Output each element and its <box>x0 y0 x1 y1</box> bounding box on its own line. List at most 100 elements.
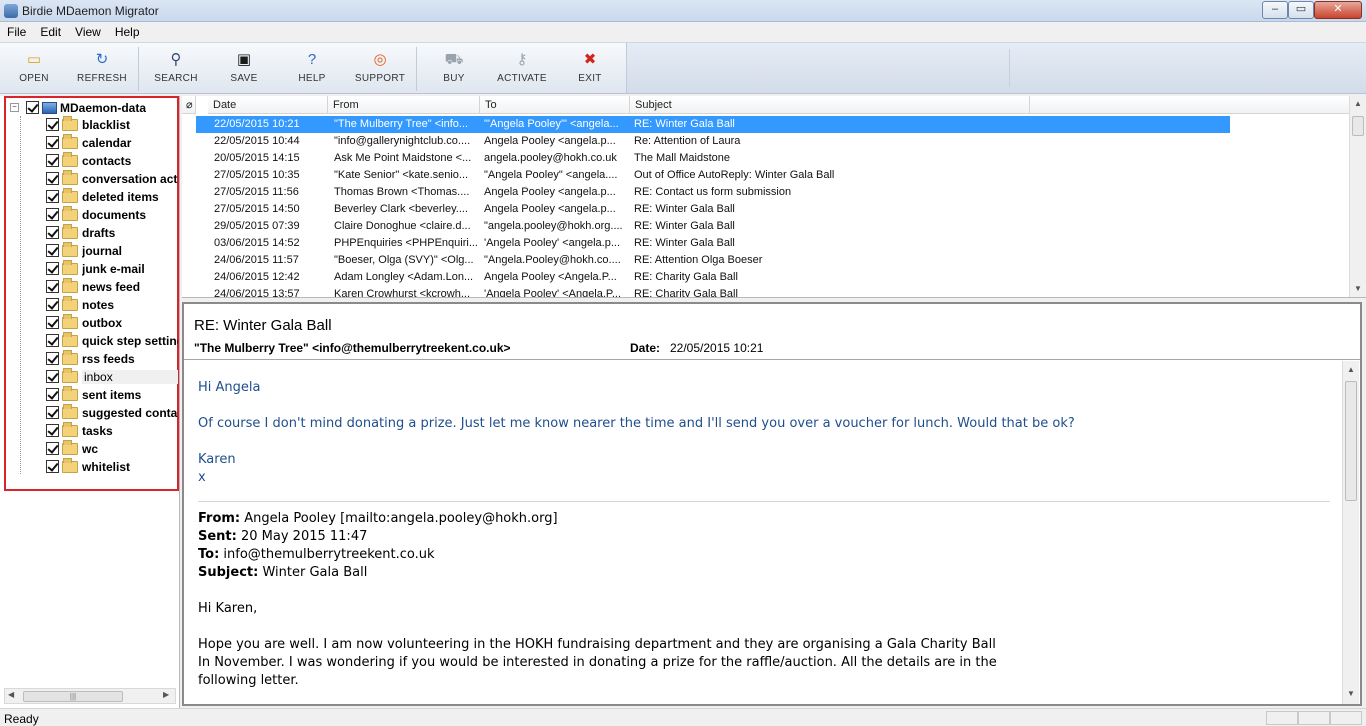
column-from[interactable]: From <box>328 96 480 114</box>
tree-item-documents[interactable]: documents <box>42 206 178 224</box>
collapse-icon[interactable]: − <box>10 103 19 112</box>
folder-checkbox[interactable] <box>46 172 59 185</box>
tree-item-blacklist[interactable]: blacklist <box>42 116 178 134</box>
tree-item-rss-feeds[interactable]: rss feeds <box>42 350 178 368</box>
folder-checkbox[interactable] <box>46 424 59 437</box>
table-row[interactable]: 22/05/2015 10:21 "The Mulberry Tree" <inf… <box>196 116 1230 133</box>
tree-item-outbox[interactable]: outbox <box>42 314 178 332</box>
folder-checkbox[interactable] <box>46 118 59 131</box>
tree-item-label: rss feeds <box>82 352 135 366</box>
body-signature: Karen <box>198 452 236 467</box>
status-pane <box>1298 711 1330 725</box>
quoted-sent: Sent: 20 May 2015 11:47 <box>198 529 368 544</box>
body-signature-x: x <box>198 470 206 485</box>
search-button[interactable]: ⚲ SEARCH <box>144 47 208 91</box>
cell-to: Angela Pooley <angela.p... <box>484 186 616 198</box>
minimize-button[interactable]: – <box>1262 1 1288 19</box>
tree-item-label: journal <box>82 244 123 258</box>
tree-item-deleted-items[interactable]: deleted items <box>42 188 178 206</box>
folder-icon <box>62 278 78 293</box>
folder-checkbox[interactable] <box>46 262 59 275</box>
buy-button[interactable]: ⛟ BUY <box>422 47 486 91</box>
maximize-button[interactable]: ▭ <box>1288 1 1314 19</box>
table-row[interactable]: 22/05/2015 10:44 "info@gallerynightclub.c… <box>196 133 1230 150</box>
folder-checkbox[interactable] <box>46 280 59 293</box>
column-date[interactable]: Date <box>208 96 328 114</box>
tree-item-label: sent items <box>82 388 142 402</box>
tree-item-wc[interactable]: wc <box>42 440 178 458</box>
save-button[interactable]: ▣ SAVE <box>212 47 276 91</box>
table-row[interactable]: 20/05/2015 14:15 Ask Me Point Maidstone <… <box>196 150 1230 167</box>
support-button[interactable]: ◎ SUPPORT <box>348 47 412 91</box>
folder-checkbox[interactable] <box>46 334 59 347</box>
exit-button[interactable]: ✖ EXIT <box>558 47 622 91</box>
reading-pane-scrollbar[interactable]: ▲ ▼ <box>1342 361 1359 704</box>
cell-from: PHPEnquiries <PHPEnquiri... <box>334 237 478 249</box>
scroll-thumb[interactable] <box>1345 381 1357 501</box>
tree-item-journal[interactable]: journal <box>42 242 178 260</box>
folder-checkbox[interactable] <box>46 370 59 383</box>
tree-item-drafts[interactable]: drafts <box>42 224 178 242</box>
open-button[interactable]: ▭ OPEN <box>2 47 66 91</box>
tree-item-label: inbox <box>82 370 178 384</box>
tree-item-junk-e-mail[interactable]: junk e-mail <box>42 260 178 278</box>
search-icon: ⚲ <box>170 51 182 68</box>
tree-item-suggested-contac[interactable]: suggested contac <box>42 404 178 422</box>
activate-button[interactable]: ⚷ ACTIVATE <box>490 47 554 91</box>
tree-item-label: quick step setting <box>82 334 178 348</box>
tree-item-tasks[interactable]: tasks <box>42 422 178 440</box>
folder-checkbox[interactable] <box>46 244 59 257</box>
scroll-thumb[interactable]: ||| <box>23 691 123 702</box>
tree-item-conversation-acti[interactable]: conversation acti <box>42 170 178 188</box>
tree-item-notes[interactable]: notes <box>42 296 178 314</box>
folder-checkbox[interactable] <box>46 388 59 401</box>
tree-item-contacts[interactable]: contacts <box>42 152 178 170</box>
table-row[interactable]: 27/05/2015 10:35 "Kate Senior" <kate.seni… <box>196 167 1230 184</box>
menu-view[interactable]: View <box>68 22 108 39</box>
folder-checkbox[interactable] <box>46 208 59 221</box>
tree-root[interactable]: − MDaemon-data <box>8 100 178 116</box>
root-checkbox[interactable] <box>26 101 39 114</box>
folder-checkbox[interactable] <box>46 226 59 239</box>
folder-checkbox[interactable] <box>46 190 59 203</box>
attachment-column-header[interactable]: ⌀ <box>182 96 196 114</box>
table-row[interactable]: 27/05/2015 11:56 Thomas Brown <Thomas....… <box>196 184 1230 201</box>
table-row[interactable]: 27/05/2015 14:50 Beverley Clark <beverley… <box>196 201 1230 218</box>
scroll-thumb[interactable] <box>1352 116 1364 136</box>
folder-checkbox[interactable] <box>46 136 59 149</box>
tree-horizontal-scrollbar[interactable]: ◀ ||| ▶ <box>4 688 176 704</box>
column-subject[interactable]: Subject <box>630 96 1030 114</box>
folder-checkbox[interactable] <box>46 460 59 473</box>
table-row[interactable]: 24/06/2015 13:57 Karen Crowhurst <kcrowh.… <box>196 286 1230 298</box>
help-button[interactable]: ? HELP <box>280 47 344 91</box>
folder-checkbox[interactable] <box>46 154 59 167</box>
tree-item-inbox[interactable]: inbox <box>42 368 178 386</box>
table-row[interactable]: 29/05/2015 07:39 Claire Donoghue <claire.… <box>196 218 1230 235</box>
tree-item-sent-items[interactable]: sent items <box>42 386 178 404</box>
key-icon: ⚷ <box>516 51 528 68</box>
tree-item-quick-step-setting[interactable]: quick step setting <box>42 332 178 350</box>
table-row[interactable]: 24/06/2015 12:42 Adam Longley <Adam.Lon..… <box>196 269 1230 286</box>
close-button[interactable]: ✕ <box>1314 1 1362 19</box>
folder-checkbox[interactable] <box>46 316 59 329</box>
menu-file[interactable]: File <box>0 22 33 39</box>
column-to[interactable]: To <box>480 96 630 114</box>
folder-checkbox[interactable] <box>46 298 59 311</box>
tree-item-calendar[interactable]: calendar <box>42 134 178 152</box>
folder-icon <box>62 296 78 311</box>
toolbar-separator <box>626 47 627 91</box>
message-list-scrollbar[interactable]: ▲ ▼ <box>1349 96 1366 297</box>
body-paragraph: Of course I don't mind donating a prize.… <box>198 416 1075 431</box>
table-row[interactable]: 03/06/2015 14:52 PHPEnquiries <PHPEnquiri… <box>196 235 1230 252</box>
cell-from: Karen Crowhurst <kcrowh... <box>334 288 471 298</box>
refresh-button[interactable]: ↻ REFRESH <box>70 47 134 91</box>
folder-checkbox[interactable] <box>46 442 59 455</box>
tree-item-news-feed[interactable]: news feed <box>42 278 178 296</box>
folder-checkbox[interactable] <box>46 352 59 365</box>
menu-edit[interactable]: Edit <box>33 22 68 39</box>
tree-item-whitelist[interactable]: whitelist <box>42 458 178 476</box>
cell-date: 03/06/2015 14:52 <box>214 237 300 249</box>
folder-checkbox[interactable] <box>46 406 59 419</box>
menu-help[interactable]: Help <box>108 22 147 39</box>
table-row[interactable]: 24/06/2015 11:57 "Boeser, Olga (SVY)" <Ol… <box>196 252 1230 269</box>
